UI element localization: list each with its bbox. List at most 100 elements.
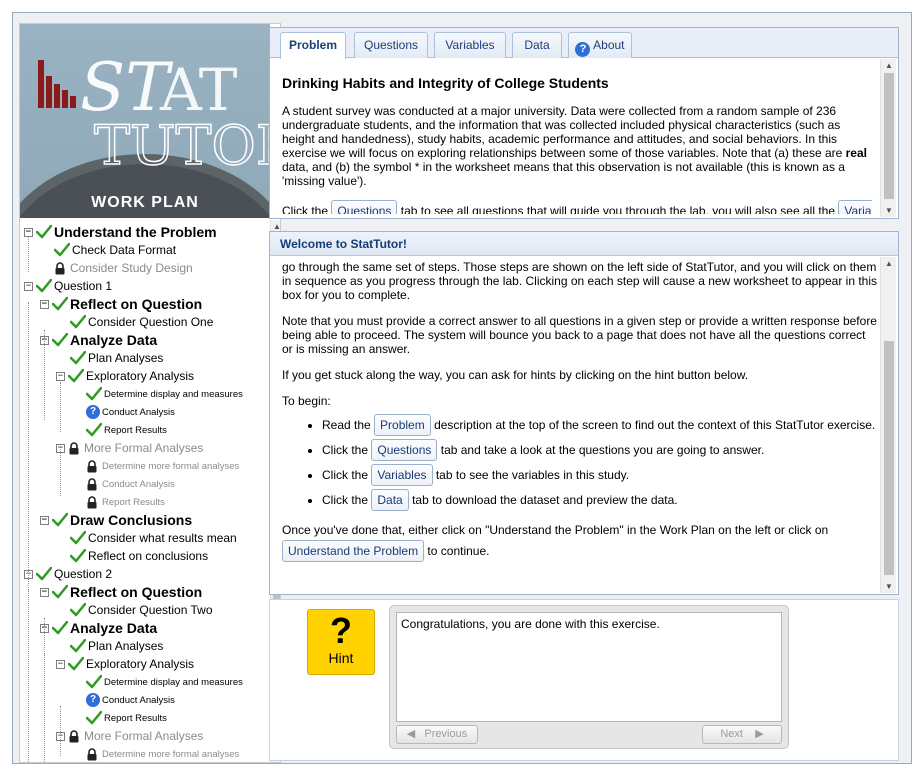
collapse-icon[interactable]: −: [24, 281, 33, 291]
work-plan-item-label: Plan Analyses: [88, 639, 164, 653]
scroll-down-icon[interactable]: ▼: [883, 582, 895, 591]
tab-about[interactable]: ? About: [568, 32, 632, 58]
work-plan-item[interactable]: − More Formal Analyses: [56, 727, 203, 745]
welcome-paragraph-4: To begin:: [282, 394, 331, 408]
scroll-up-icon[interactable]: ▲: [883, 259, 895, 268]
work-plan-item[interactable]: − Understand the Problem: [24, 223, 217, 241]
work-plan-item[interactable]: Check Data Format: [53, 241, 176, 259]
list-item: Click the Variables tab to see the varia…: [322, 464, 878, 486]
collapse-icon[interactable]: −: [40, 515, 49, 525]
work-plan-item-label: Exploratory Analysis: [86, 657, 195, 671]
welcome-paragraph-1: go through the same set of steps. Those …: [282, 260, 878, 302]
collapse-icon[interactable]: −: [40, 587, 49, 597]
tree-connector: [60, 706, 61, 756]
work-plan-panel: ST AT TUTOR WORK PLAN −Understand the Pr…: [19, 23, 281, 763]
collapse-icon[interactable]: −: [56, 371, 65, 381]
previous-label: Previous: [424, 728, 468, 740]
work-plan-item[interactable]: Reflect on conclusions: [69, 547, 208, 565]
step-text: Read the: [322, 418, 371, 432]
work-plan-item-label: Report Results: [104, 424, 167, 436]
work-plan-item[interactable]: − Reflect on Question: [40, 583, 202, 601]
tab-questions[interactable]: Questions: [354, 32, 428, 58]
work-plan-item-label: Determine more formal analyses: [102, 460, 240, 472]
previous-button[interactable]: ◀ Previous: [396, 725, 478, 744]
worksheet-scrollbar[interactable]: ▲ ▼: [880, 257, 896, 593]
variables-inline-button[interactable]: Variables: [371, 464, 433, 486]
work-plan-item-label: Understand the Problem: [54, 224, 217, 240]
work-plan-item[interactable]: − Exploratory Analysis: [56, 367, 194, 385]
tree-connector: [44, 654, 45, 762]
hint-message-box: Congratulations, you are done with this …: [389, 605, 789, 749]
work-plan-item[interactable]: Consider Study Design: [54, 259, 193, 277]
work-plan-item[interactable]: Report Results: [86, 493, 165, 511]
work-plan-item[interactable]: Consider what results mean: [69, 529, 237, 547]
problem-next-text: Click the: [282, 204, 329, 214]
scroll-down-icon[interactable]: ▼: [883, 206, 895, 215]
scroll-up-icon[interactable]: ▲: [883, 61, 895, 70]
work-plan-item[interactable]: Plan Analyses: [69, 349, 163, 367]
work-plan-item-label: Consider what results mean: [88, 531, 237, 545]
problem-scrollbar-thumb[interactable]: [884, 73, 894, 199]
variables-inline-button[interactable]: Variables: [838, 200, 872, 214]
tab-data[interactable]: Data: [512, 32, 562, 58]
questions-inline-button[interactable]: Questions: [371, 439, 438, 461]
step-text: Click the: [322, 443, 369, 457]
tree-connector: [44, 330, 45, 420]
work-plan-item[interactable]: Consider Question One: [69, 313, 213, 331]
work-plan-item[interactable]: Plan Analyses: [69, 637, 164, 655]
work-plan-item[interactable]: Determine more formal analyses: [86, 745, 239, 762]
work-plan-item[interactable]: Determine display and measures: [85, 385, 243, 403]
step-text: Click the: [322, 468, 369, 482]
tree-connector: [60, 446, 61, 496]
hint-message: Congratulations, you are done with this …: [396, 612, 782, 722]
checkmark-icon: [85, 422, 103, 437]
checkmark-icon: [85, 674, 103, 689]
checkmark-icon: [51, 620, 69, 635]
work-plan-item[interactable]: − Analyze Data: [40, 619, 157, 637]
checkmark-icon: [69, 548, 87, 563]
worksheet-scrollbar-thumb[interactable]: [884, 341, 894, 575]
next-button[interactable]: Next ▶: [702, 725, 782, 744]
work-plan-item[interactable]: Report Results: [85, 709, 167, 727]
work-plan-item[interactable]: − Draw Conclusions: [40, 511, 192, 529]
welcome-continue-text: to continue.: [427, 544, 490, 558]
lock-icon: [86, 477, 98, 491]
work-plan-item[interactable]: Conduct Analysis: [86, 475, 175, 493]
work-plan-item[interactable]: ? Conduct Analysis: [86, 403, 175, 421]
tab-about-label: About: [593, 38, 625, 52]
collapse-icon[interactable]: −: [56, 659, 65, 669]
work-plan-item[interactable]: ? Conduct Analysis: [86, 691, 175, 709]
collapse-icon[interactable]: −: [40, 299, 49, 309]
work-plan-item[interactable]: Consider Question Two: [69, 601, 213, 619]
hint-button-label: Hint: [328, 650, 354, 666]
problem-scrollbar[interactable]: ▲ ▼: [880, 59, 896, 217]
scroll-up-icon[interactable]: ▲: [271, 222, 280, 231]
problem-text-a: A student survey was conducted at a majo…: [282, 104, 846, 160]
hint-button[interactable]: ? Hint: [307, 609, 375, 675]
work-plan-item[interactable]: − Question 2: [24, 565, 112, 583]
checkmark-icon: [35, 278, 53, 293]
work-plan-item[interactable]: − More Formal Analyses: [56, 439, 203, 457]
checkmark-icon: [35, 224, 53, 239]
work-plan-item[interactable]: − Analyze Data: [40, 331, 157, 349]
understand-problem-button[interactable]: Understand the Problem: [282, 540, 425, 562]
work-plan-item[interactable]: − Question 1: [24, 277, 112, 295]
problem-inline-button[interactable]: Problem: [374, 414, 431, 436]
work-plan-item[interactable]: − Exploratory Analysis: [56, 655, 194, 673]
checkmark-icon: [51, 296, 69, 311]
logo-subtitle: WORK PLAN: [91, 194, 199, 211]
work-plan-item[interactable]: Determine display and measures: [85, 673, 243, 691]
welcome-paragraph-3: If you get stuck along the way, you can …: [282, 368, 749, 382]
list-item: Read the Problem description at the top …: [322, 414, 878, 436]
work-plan-item-label: Determine display and measures: [104, 676, 243, 688]
work-plan-item[interactable]: − Reflect on Question: [40, 295, 202, 313]
data-inline-button[interactable]: Data: [371, 489, 409, 511]
tab-problem[interactable]: Problem: [280, 32, 346, 59]
tab-variables[interactable]: Variables: [434, 32, 506, 58]
work-plan-item[interactable]: Determine more formal analyses: [86, 457, 239, 475]
problem-next-line: Click the Questions tab to see all quest…: [282, 200, 872, 214]
work-plan-item-label: Question 1: [54, 279, 113, 293]
questions-inline-button[interactable]: Questions: [331, 200, 398, 214]
work-plan-item-label: Consider Study Design: [70, 261, 193, 275]
work-plan-item[interactable]: Report Results: [85, 421, 167, 439]
